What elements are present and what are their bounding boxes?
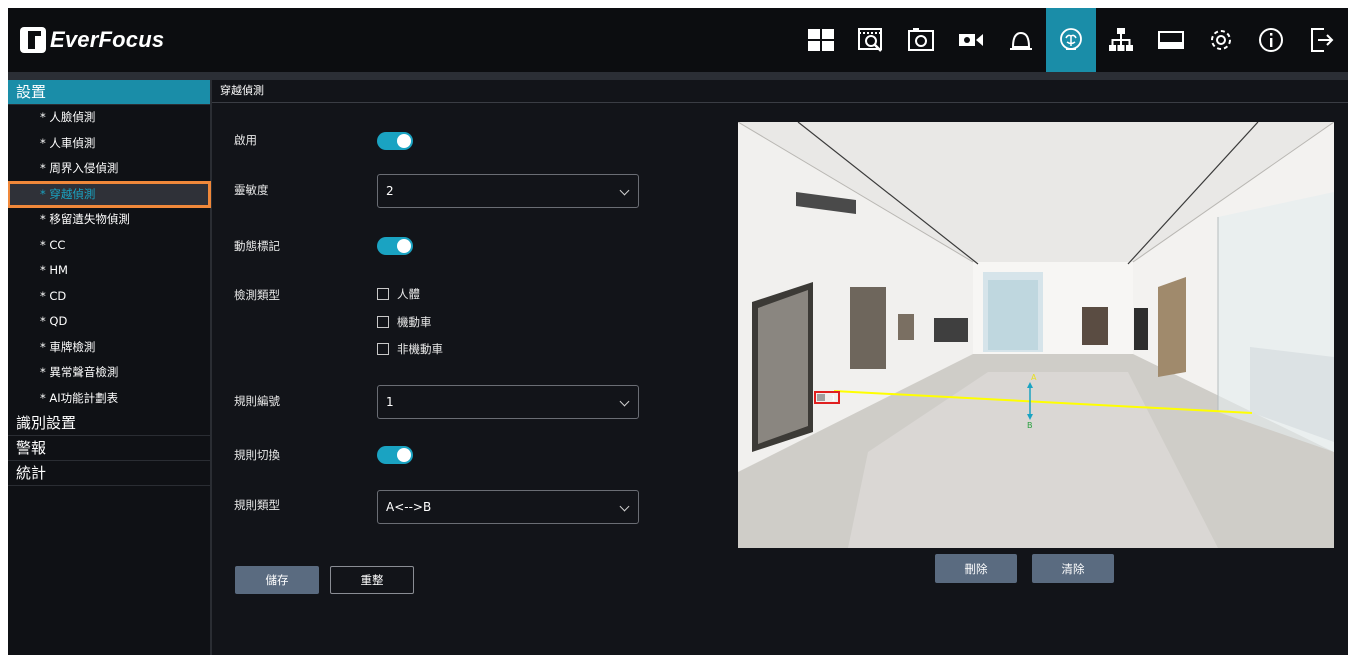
rule-number-value: 1 [386, 395, 394, 409]
sidebar-item-human-vehicle-detection[interactable]: * 人車偵測 [8, 131, 210, 157]
enable-toggle[interactable] [377, 132, 413, 150]
detect-human-checkbox[interactable]: 人體 [377, 286, 420, 302]
sidebar-section-statistics[interactable]: 統計 [8, 461, 210, 486]
camera-preview[interactable]: 1 A B [738, 122, 1334, 548]
detect-motor-vehicle-label: 機動車 [397, 315, 432, 329]
sensitivity-label: 靈敏度 [234, 183, 269, 197]
sidebar-item-ai-schedule[interactable]: * AI功能計劃表 [8, 386, 210, 412]
dynamic-mark-label: 動態標記 [234, 239, 280, 253]
detect-motor-vehicle-checkbox[interactable]: 機動車 [377, 314, 432, 330]
chevron-down-icon [619, 396, 630, 407]
delete-button[interactable]: 刪除 [935, 554, 1017, 583]
toolbar-divider [8, 72, 1348, 80]
layout-grid-icon[interactable] [796, 8, 846, 72]
main-toolbar [796, 8, 1346, 72]
rule-switch-label: 規則切換 [234, 448, 280, 462]
rule-number-select[interactable]: 1 [377, 385, 639, 419]
settings-gear-icon[interactable] [1196, 8, 1246, 72]
detect-non-motor-vehicle-checkbox[interactable]: 非機動車 [377, 341, 443, 357]
rule-type-select[interactable]: A<-->B [377, 490, 639, 524]
clear-button[interactable]: 清除 [1032, 554, 1114, 583]
enable-label: 啟用 [234, 133, 257, 147]
sidebar: 設置 * 人臉偵測 * 人車偵測 * 周界入侵偵測 * 穿越偵測 * 移留遺失物… [8, 80, 212, 655]
snapshot-icon[interactable] [896, 8, 946, 72]
reset-button[interactable]: 重整 [330, 566, 414, 594]
chevron-down-icon [619, 501, 630, 512]
playback-icon[interactable] [846, 8, 896, 72]
detect-type-label: 檢測類型 [234, 288, 280, 302]
sidebar-item-cd[interactable]: * CD [8, 284, 210, 310]
network-icon[interactable] [1096, 8, 1146, 72]
sidebar-section-recognition[interactable]: 識別設置 [8, 411, 210, 436]
chevron-down-icon [619, 185, 630, 196]
everfocus-logo: EverFocus [20, 26, 164, 54]
info-icon[interactable] [1246, 8, 1296, 72]
sidebar-item-perimeter-intrusion[interactable]: * 周界入侵偵測 [8, 156, 210, 182]
sidebar-item-face-detection[interactable]: * 人臉偵測 [8, 105, 210, 131]
sidebar-item-abnormal-sound[interactable]: * 異常聲音檢測 [8, 360, 210, 386]
logo-text: EverFocus [50, 27, 165, 52]
ai-brain-icon[interactable] [1046, 8, 1096, 72]
sidebar-section-settings[interactable]: 設置 [8, 80, 210, 105]
sensitivity-value: 2 [386, 184, 394, 198]
logout-icon[interactable] [1296, 8, 1346, 72]
sidebar-item-object-left-missing[interactable]: * 移留遺失物偵測 [8, 207, 210, 233]
rule-number-label: 規則編號 [234, 394, 280, 408]
sidebar-item-hm[interactable]: * HM [8, 258, 210, 284]
rule-type-label: 規則類型 [234, 498, 280, 512]
page-title: 穿越偵測 [212, 80, 1348, 103]
sidebar-section-alarm[interactable]: 警報 [8, 436, 210, 461]
logo-mark-icon [20, 27, 46, 53]
dynamic-mark-toggle[interactable] [377, 237, 413, 255]
gallery-scene: 1 A B [738, 122, 1334, 548]
rule-tag-number: 1 [831, 394, 836, 403]
sidebar-item-license-plate[interactable]: * 車牌檢測 [8, 335, 210, 361]
point-a-label: A [1031, 373, 1037, 382]
sensitivity-select[interactable]: 2 [377, 174, 639, 208]
point-b-label: B [1027, 421, 1033, 430]
rule-type-value: A<-->B [386, 500, 432, 514]
checkbox-box [377, 288, 389, 300]
top-bar: EverFocus [8, 8, 1348, 72]
alarm-bell-icon[interactable] [996, 8, 1046, 72]
sidebar-item-line-crossing[interactable]: * 穿越偵測 [8, 180, 211, 208]
detect-human-label: 人體 [397, 287, 420, 301]
sidebar-item-qd[interactable]: * QD [8, 309, 210, 335]
app-window: EverFocus 設置 * 人臉偵測 * 人車偵測 * 周界入侵偵測 * 穿越… [8, 8, 1348, 655]
camera-icon[interactable] [946, 8, 996, 72]
sidebar-item-cc[interactable]: * CC [8, 233, 210, 259]
detect-non-motor-vehicle-label: 非機動車 [397, 342, 443, 356]
checkbox-box [377, 343, 389, 355]
rule-switch-toggle[interactable] [377, 446, 413, 464]
checkbox-box [377, 316, 389, 328]
save-button[interactable]: 儲存 [235, 566, 319, 594]
storage-icon[interactable] [1146, 8, 1196, 72]
main-panel: 穿越偵測 啟用 靈敏度 2 動態標記 檢測類型 人體 機動車 非機動車 規則編號… [212, 80, 1348, 655]
